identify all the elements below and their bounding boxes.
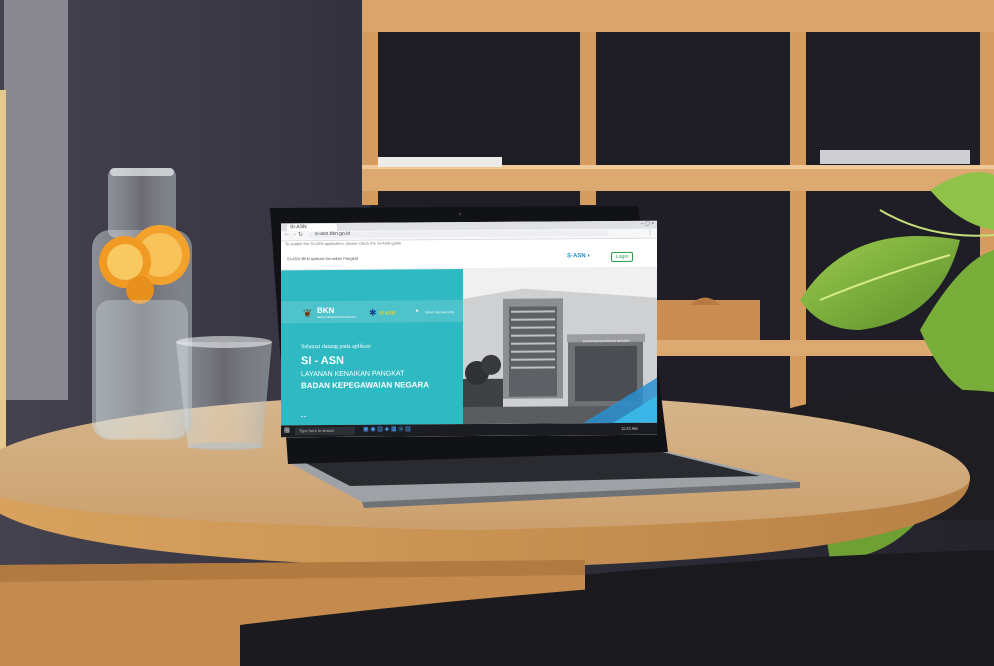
building-sign: BADAN KEPEGAWAIAN NEGARA [583, 338, 630, 344]
taskbar-apps[interactable]: ▣ ◉ ▤ ◈ ▦ ◎ ▥ [363, 425, 411, 432]
building-photo: BADAN KEPEGAWAIAN NEGARA [463, 267, 657, 425]
siasn-logo-icon: ✱ [369, 307, 377, 318]
drinking-glass [176, 336, 272, 450]
taskbar-clock: 11:22 AM [621, 425, 638, 431]
partner-logos: S·ASN ◐ [567, 253, 591, 260]
logo-bkn-sub: BADAN KEPEGAWAIAN NEGARA [317, 315, 356, 320]
agency-line: BADAN KEPEGAWAIAN NEGARA [301, 380, 430, 391]
site-header-title: SI-ASN BKN Aplikasi Kenaikan Pangkat [287, 255, 358, 262]
login-button[interactable]: Login [611, 251, 634, 263]
taskbar-search[interactable]: Type here to search [295, 426, 355, 436]
logo-third: Sistem Informasi ASN [425, 310, 455, 315]
service-line: LAYANAN KENAIKAN PANGKAT [301, 370, 405, 379]
tab-title: SI-ASN [290, 224, 307, 231]
carousel-dots[interactable]: • • [301, 414, 321, 421]
photo-scene: SI-ASN – ▢ × ← → ↻ si-asn.bkn.go.id ⋮ To… [0, 0, 994, 666]
back-icon[interactable]: ← [284, 231, 290, 237]
address-bar[interactable]: si-asn.bkn.go.id [309, 230, 609, 239]
third-logo-icon: ◔ [413, 306, 420, 318]
forward-icon[interactable]: → [291, 231, 297, 237]
menu-icon[interactable]: ⋮ [647, 229, 653, 236]
laptop-screen: SI-ASN – ▢ × ← → ↻ si-asn.bkn.go.id ⋮ To… [281, 220, 657, 438]
welcome-text: Selamat datang pada aplikasi [301, 343, 371, 351]
site-header: SI-ASN BKN Aplikasi Kenaikan Pangkat S·A… [281, 246, 657, 271]
logo-siasn: SI ASN [379, 310, 396, 317]
logo-bkn: BKN [317, 305, 335, 316]
app-name: SI - ASN [301, 354, 344, 368]
bkn-logo-icon: ❦ [303, 308, 313, 321]
reload-icon[interactable]: ↻ [298, 231, 303, 238]
windows-start-icon[interactable]: ⊞ [284, 426, 290, 434]
address-text: si-asn.bkn.go.id [315, 230, 351, 238]
window-controls[interactable]: – ▢ × [641, 221, 654, 227]
info-bar-text: To enable the SI-ASN application, please… [285, 240, 402, 247]
taskbar-search-text: Type here to search [299, 427, 335, 434]
building-illustration [463, 267, 657, 425]
left-wall-panel [4, 0, 68, 400]
